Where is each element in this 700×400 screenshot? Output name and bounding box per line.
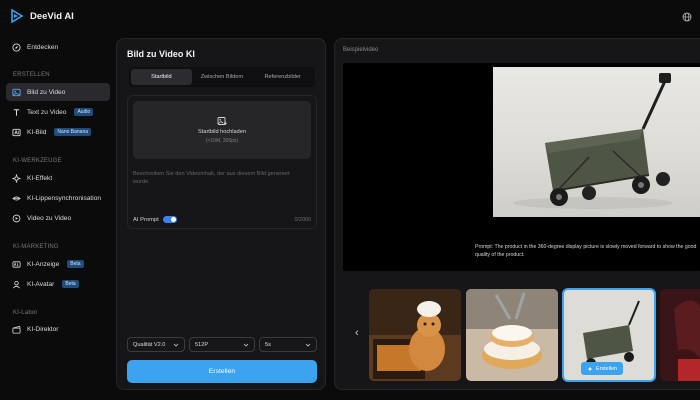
create-button[interactable]: Erstellen xyxy=(127,360,317,383)
tab-startbild[interactable]: Startbild xyxy=(131,69,192,85)
image-icon xyxy=(12,88,21,96)
mode-tabs: Startbild Zwischen Bildern Referenzbilde… xyxy=(129,67,315,87)
example-label: Beispielvideo xyxy=(343,47,379,53)
brand-name: DeeVid AI xyxy=(30,10,74,22)
prompt-box: Startbild hochladen (<10M, 300px) Beschr… xyxy=(127,95,317,229)
video-icon xyxy=(12,214,21,222)
beta-badge: Beta xyxy=(62,280,79,288)
text-icon xyxy=(13,108,20,116)
folding-wagon-illustration xyxy=(513,73,673,209)
sidebar-item-label: KI-Anzeige xyxy=(27,260,60,268)
donut-thumbnail xyxy=(466,289,558,381)
sidebar-item-label: Video zu Video xyxy=(27,214,72,222)
example-video[interactable]: Prompt: The product in the 360-degree di… xyxy=(343,63,700,271)
upload-title: Startbild hochladen xyxy=(198,129,246,135)
sidebar-item-ki-direktor[interactable]: KI-Direktor xyxy=(6,320,110,338)
thumb-portrait[interactable] xyxy=(660,289,700,381)
thumb-donut[interactable] xyxy=(466,289,558,381)
sidebar-item-label: Text zu Video xyxy=(27,108,67,116)
woman-portrait-thumbnail xyxy=(660,289,700,381)
sidebar-item-ki-anzeige[interactable]: KI-Anzeige Beta xyxy=(6,255,110,273)
chevron-down-icon xyxy=(243,343,249,347)
ai-image-icon xyxy=(12,128,21,136)
sidebar-item-label: KI-Avatar xyxy=(27,280,55,288)
globe-icon[interactable] xyxy=(682,12,692,22)
sparkle-icon xyxy=(12,173,21,183)
sidebar-item-ki-effekt[interactable]: KI-Effekt xyxy=(6,169,110,187)
example-prompt: Prompt: The product in the 360-degree di… xyxy=(475,244,697,258)
chevron-left-icon[interactable]: ‹ xyxy=(355,327,365,341)
thumb-cat-chef[interactable] xyxy=(369,289,461,381)
sidebar-item-text-zu-video[interactable]: Text zu Video Audio xyxy=(6,103,110,121)
panel-title: Bild zu Video KI xyxy=(127,49,195,59)
section-ki-labor: KI-Labor xyxy=(13,310,38,316)
lips-icon xyxy=(12,196,21,200)
ai-prompt-toggle[interactable] xyxy=(162,216,177,223)
sidebar-item-label: KI-Bild xyxy=(27,128,47,136)
upload-hint: (<10M, 300px) xyxy=(205,138,239,144)
section-ki-marketing: KI-MARKETING xyxy=(13,244,59,250)
description-textarea[interactable]: Beschreiben Sie den Videoinhalt, der aus… xyxy=(133,170,303,186)
ai-prompt-label: AI Prompt xyxy=(133,216,159,223)
image-to-video-panel: Bild zu Video KI Startbild Zwischen Bild… xyxy=(116,38,326,390)
erstellen-chip-label: Erstellen xyxy=(596,365,617,372)
sidebar-item-label: KI-Lippensynchronisation xyxy=(27,194,102,202)
tab-referenzbilder[interactable]: Referenzbilder xyxy=(252,69,313,85)
chevron-down-icon xyxy=(173,343,179,347)
duration-value: 5s xyxy=(265,341,271,348)
tab-zwischen-bildern[interactable]: Zwischen Bildern xyxy=(192,69,253,85)
clapper-icon xyxy=(12,325,21,334)
image-upload-icon xyxy=(217,117,227,125)
sidebar-item-label: KI-Direktor xyxy=(27,325,59,333)
settings-row: Qualität V2.0 512P 5s xyxy=(127,337,317,352)
avatar-icon xyxy=(13,280,20,288)
thumb-wagon[interactable]: Erstellen xyxy=(562,288,656,382)
deevid-logo-icon xyxy=(11,9,24,23)
brand[interactable]: DeeVid AI xyxy=(10,9,74,23)
quality-select[interactable]: Qualität V2.0 xyxy=(127,337,185,352)
sidebar-item-entdecken[interactable]: Entdecken xyxy=(6,38,110,56)
resolution-select[interactable]: 512P xyxy=(189,337,255,352)
duration-select[interactable]: 5s xyxy=(259,337,317,352)
section-erstellen: ERSTELLEN xyxy=(13,72,50,78)
ad-icon xyxy=(12,260,21,268)
sidebar-item-video-zu-video[interactable]: Video zu Video xyxy=(6,209,110,227)
sparkle-icon xyxy=(587,366,593,371)
sidebar: DeeVid AI Entdecken ERSTELLEN Bild zu Vi… xyxy=(0,0,116,400)
ai-prompt-row: AI Prompt 0/2000 xyxy=(133,216,311,223)
compass-icon xyxy=(12,42,21,52)
chevron-down-icon xyxy=(305,343,311,347)
quality-value: Qualität V2.0 xyxy=(133,341,166,348)
beta-badge: Beta xyxy=(67,260,84,268)
nano-banana-badge: Nano Banana xyxy=(54,128,92,136)
example-panel: Beispielvideo Prompt: The product in the… xyxy=(334,38,700,390)
example-carousel: ‹ Erstellen xyxy=(343,288,700,383)
section-ki-werkzeuge: KI-WERKZEUGE xyxy=(13,158,62,164)
wagon-image xyxy=(493,67,700,217)
sidebar-item-label: Bild zu Video xyxy=(27,88,66,96)
sidebar-item-bild-zu-video[interactable]: Bild zu Video xyxy=(6,83,110,101)
upload-dropzone[interactable]: Startbild hochladen (<10M, 300px) xyxy=(133,101,311,159)
audio-badge: Audio xyxy=(74,108,94,116)
sidebar-item-ki-bild[interactable]: KI-Bild Nano Banana xyxy=(6,123,110,141)
sidebar-item-ki-avatar[interactable]: KI-Avatar Beta xyxy=(6,275,110,293)
sidebar-item-label: Entdecken xyxy=(27,43,59,51)
sidebar-item-label: KI-Effekt xyxy=(27,174,53,182)
char-count: 0/2000 xyxy=(294,216,312,223)
resolution-value: 512P xyxy=(195,341,209,348)
sidebar-item-ki-lippensynchronisation[interactable]: KI-Lippensynchronisation xyxy=(6,189,110,207)
cat-chef-thumbnail xyxy=(369,289,461,381)
erstellen-chip[interactable]: Erstellen xyxy=(581,362,623,375)
